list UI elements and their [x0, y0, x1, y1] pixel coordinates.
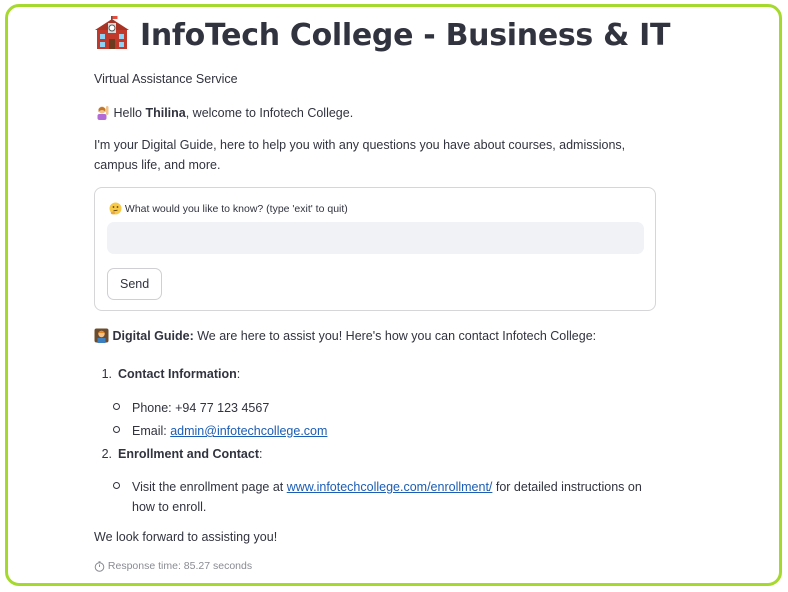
- list-item-email: Email: admin@infotechcollege.com: [113, 421, 642, 441]
- section-heading: Contact Information: [118, 367, 237, 381]
- response-time: Response time: 85.27 seconds: [94, 560, 252, 572]
- subtitle: Virtual Assistance Service: [94, 72, 238, 86]
- page-title-text: InfoTech College - Business & IT: [140, 18, 671, 53]
- section-enrollment: 2. Enrollment and Contact:: [94, 444, 263, 464]
- stopwatch-icon: [94, 561, 105, 572]
- section-contact-information: 1. Contact Information:: [94, 364, 241, 384]
- enrollment-link[interactable]: www.infotechcollege.com/enrollment/: [287, 480, 493, 494]
- question-input[interactable]: [107, 222, 644, 254]
- question-label: What would you like to know? (type 'exit…: [109, 202, 348, 215]
- assistant-message: We are here to assist you! Here's how yo…: [197, 329, 597, 343]
- section-number: 2.: [101, 447, 112, 461]
- list-item-enrollment: Visit the enrollment page at www.infotec…: [113, 477, 642, 517]
- send-button[interactable]: Send: [107, 268, 163, 300]
- intro-text: I'm your Digital Guide, here to help you…: [94, 138, 626, 172]
- phone-text: Phone: +94 77 123 4567: [132, 401, 270, 415]
- section-number: 1.: [101, 367, 112, 381]
- user-name: Thilina: [145, 106, 186, 120]
- email-link[interactable]: admin@infotechcollege.com: [170, 424, 327, 438]
- school-building-icon: [95, 16, 129, 49]
- bullet-icon: [113, 426, 120, 433]
- greeting-line: Hello Thilina, welcome to Infotech Colle…: [94, 103, 353, 123]
- office-worker-icon: [94, 328, 109, 343]
- section-colon: :: [236, 367, 241, 381]
- page-title: InfoTech College - Business & IT: [94, 15, 714, 53]
- email-prefix: Email:: [132, 424, 171, 438]
- thinking-face-icon: [109, 202, 122, 215]
- bullet-icon: [113, 403, 120, 410]
- section-heading: Enrollment and Contact: [118, 447, 259, 461]
- greeting-prefix: Hello: [113, 106, 146, 120]
- section-colon: :: [258, 447, 263, 461]
- question-label-text: What would you like to know? (type 'exit…: [124, 203, 348, 215]
- question-form: What would you like to know? (type 'exit…: [94, 187, 656, 311]
- response-time-text: Response time: 85.27 seconds: [107, 560, 253, 572]
- assistant-reply-intro: Digital Guide: We are here to assist you…: [94, 326, 694, 346]
- list-item-phone: Phone: +94 77 123 4567: [113, 398, 642, 418]
- assistant-name: Digital Guide:: [112, 329, 194, 343]
- app-frame: InfoTech College - Business & IT Virtual…: [5, 4, 782, 586]
- enrollment-prefix: Visit the enrollment page at: [132, 480, 287, 494]
- bullet-icon: [113, 482, 120, 489]
- closing-text: We look forward to assisting you!: [94, 530, 278, 544]
- greeting-suffix: , welcome to Infotech College.: [185, 106, 354, 120]
- person-raising-hand-icon: [97, 106, 109, 120]
